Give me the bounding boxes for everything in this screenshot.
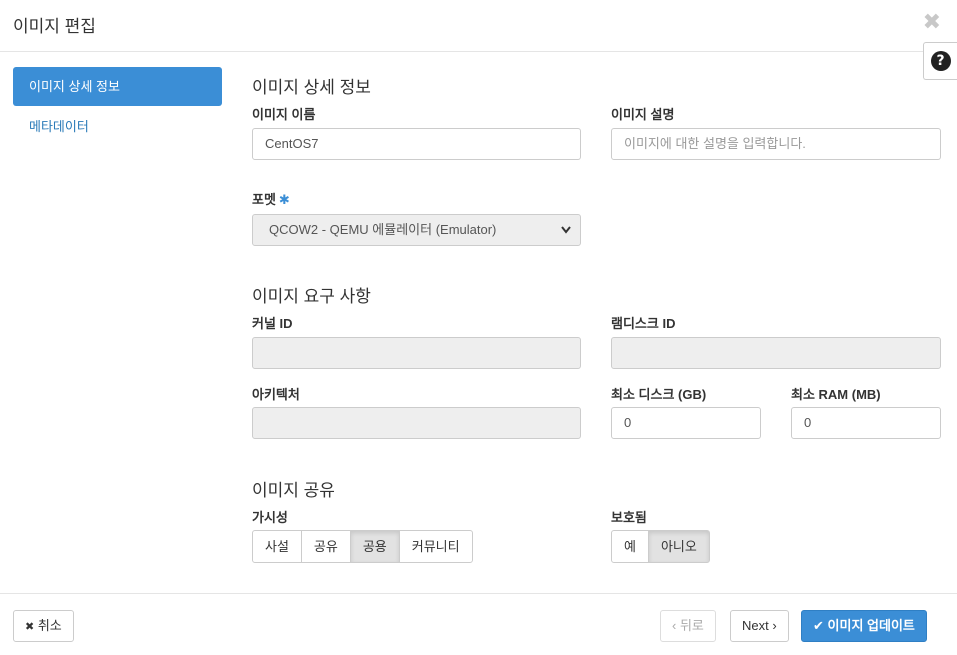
back-button[interactable]: ‹ 뒤로 [660,610,716,642]
update-image-label: 이미지 업데이트 [827,618,915,633]
protected-yes-button[interactable]: 예 [611,530,649,563]
image-name-input[interactable]: CentOS7 [252,128,581,160]
checkmark-icon: ✔ [813,618,824,633]
visibility-private-button[interactable]: 사설 [252,530,302,563]
protected-toggle-group: 예 아니오 [611,530,710,563]
wizard-nav: 이미지 상세 정보 메타데이터 [13,67,222,146]
min-disk-label: 최소 디스크 (GB) [611,387,707,402]
cancel-button[interactable]: ✖ 취소 [13,610,74,642]
format-select-value: QCOW2 - QEMU 에뮬레이터 (Emulator) [269,222,497,237]
visibility-public-button[interactable]: 공용 [349,530,400,563]
protected-no-button[interactable]: 아니오 [647,530,710,563]
update-image-button[interactable]: ✔ 이미지 업데이트 [801,610,927,642]
ramdisk-id-label: 램디스크 ID [611,316,676,331]
format-label: 포멧 ✱ [252,189,290,208]
chevron-down-icon [560,215,572,257]
protected-label: 보호됨 [611,510,647,525]
image-name-label: 이미지 이름 [252,107,316,122]
visibility-label: 가시성 [252,510,288,525]
visibility-toggle-group: 사설 공유 공용 커뮤니티 [252,530,473,563]
architecture-label: 아키텍처 [252,387,300,402]
visibility-shared-button[interactable]: 공유 [300,530,351,563]
image-description-label: 이미지 설명 [611,107,675,122]
help-button[interactable]: ? [923,42,957,80]
min-ram-input[interactable]: 0 [791,407,941,439]
modal-title: 이미지 편집 [13,17,96,36]
architecture-input[interactable] [252,407,581,439]
modal-header: 이미지 편집 ✖ [0,0,957,52]
min-ram-label: 최소 RAM (MB) [791,387,881,402]
format-select[interactable]: QCOW2 - QEMU 에뮬레이터 (Emulator) [252,214,581,246]
ramdisk-id-input[interactable] [611,337,941,369]
question-icon: ? [930,51,951,71]
close-icon[interactable]: ✖ [923,9,941,35]
kernel-id-label: 커널 ID [252,316,293,331]
cancel-label: 취소 [37,618,62,633]
min-disk-input[interactable]: 0 [611,407,761,439]
image-description-input[interactable]: 이미지에 대한 설명을 입력합니다. [611,128,941,160]
next-button[interactable]: Next › [730,610,789,642]
section-title-requirements: 이미지 요구 사항 [252,287,371,306]
nav-item-metadata[interactable]: 메타데이터 [13,107,222,146]
visibility-community-button[interactable]: 커뮤니티 [398,530,473,563]
format-label-text: 포멧 [252,192,276,207]
close-icon: ✖ [25,621,35,633]
nav-item-image-details[interactable]: 이미지 상세 정보 [13,67,222,106]
required-icon: ✱ [278,192,290,207]
modal-footer: ✖ 취소 ‹ 뒤로 Next › ✔ 이미지 업데이트 [0,593,957,655]
kernel-id-input[interactable] [252,337,581,369]
section-title-sharing: 이미지 공유 [252,481,335,500]
section-title-details: 이미지 상세 정보 [252,78,371,97]
